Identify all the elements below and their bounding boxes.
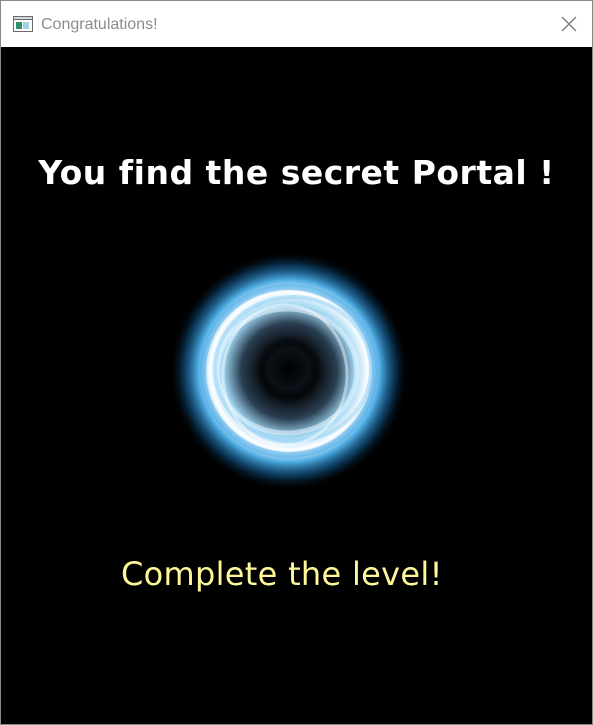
window-title: Congratulations!: [41, 16, 158, 33]
game-scene: You find the secret Portal ! Complete th…: [1, 47, 592, 724]
congratulations-window: Congratulations! You find the secret Por…: [0, 0, 593, 725]
headline-text: You find the secret Portal !: [38, 153, 555, 192]
level-complete-text: Complete the level!: [121, 555, 443, 593]
window-app-icon: [13, 16, 33, 32]
close-icon: [561, 16, 577, 32]
title-bar[interactable]: Congratulations!: [1, 1, 592, 47]
portal-graphic: [169, 251, 409, 491]
close-button[interactable]: [546, 1, 592, 47]
